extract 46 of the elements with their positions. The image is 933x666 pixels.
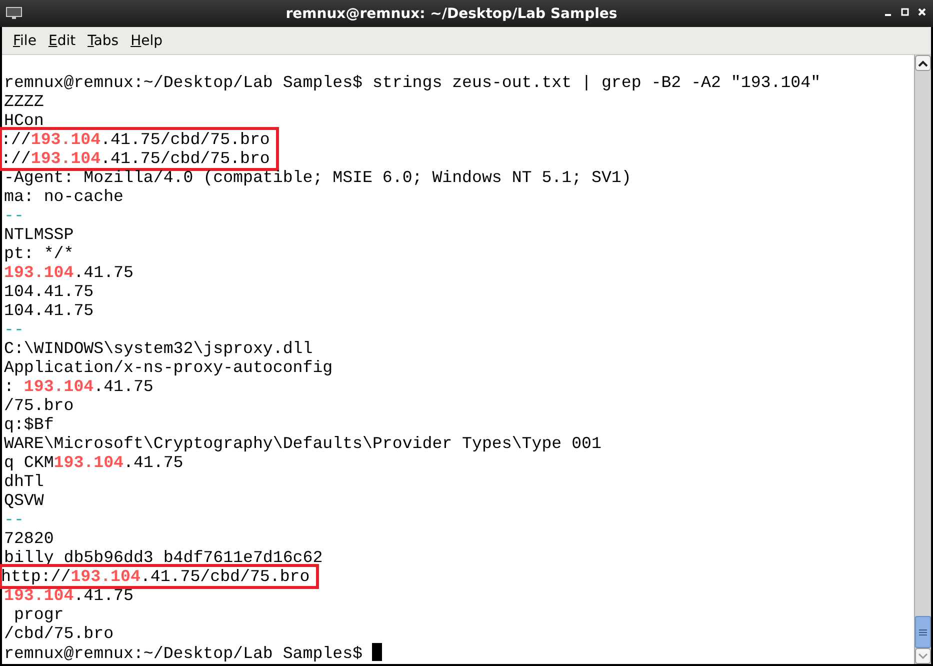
terminal-line: 72820 <box>3 529 55 548</box>
menu-item[interactable]: Tabs <box>82 30 124 50</box>
menu-item[interactable]: File <box>8 30 42 50</box>
window-title: remnux@remnux: ~/Desktop/Lab Samples <box>284 6 618 22</box>
terminal-line: ZZZZ <box>3 92 45 111</box>
terminal-line: 104.41.75 <box>3 301 95 320</box>
terminal-line: 193.104.41.75 <box>3 586 134 605</box>
terminal-line: remnux@remnux:~/Desktop/Lab Samples$ strings zeus-out.txt | grep -B2 -A2 "193.104" <box>3 73 822 92</box>
terminal-line: WARE\Microsoft\Cryptography\Defaults\Provider Types\Type 001 <box>3 434 602 453</box>
terminal-line: pt: */* <box>3 244 75 263</box>
terminal-line: ma: no-cache <box>3 187 124 206</box>
terminal-line: NTLMSSP <box>3 225 75 244</box>
terminal-line: q:$Bf <box>3 415 55 434</box>
terminal-line: Application/x-ns-proxy-autoconfig <box>3 358 334 377</box>
terminal-line: http://193.104.41.75/cbd/75.bro <box>1 567 310 586</box>
menu-item[interactable]: Help <box>126 30 168 50</box>
menu-item[interactable]: Edit <box>43 30 81 50</box>
terminal-line: -- <box>3 206 25 225</box>
grip-icon <box>919 628 927 636</box>
terminal-line: 193.104.41.75 <box>3 263 134 282</box>
caret-up-icon <box>918 60 928 66</box>
terminal-line: q CKM193.104.41.75 <box>3 453 184 472</box>
close-button[interactable] <box>918 7 927 17</box>
terminal-line: progr <box>12 605 65 624</box>
terminal-line: -- <box>3 320 25 339</box>
terminal-line: 104.41.75 <box>3 282 95 301</box>
terminal-line: HCon <box>3 111 45 130</box>
terminal-line: -Agent: Mozilla/4.0 (compatible; MSIE 6.0; Windows NT 5.1; SV1) <box>3 168 632 187</box>
terminal-line: /75.bro <box>3 396 75 415</box>
terminal-line: remnux@remnux:~/Desktop/Lab Samples$ <box>2 643 914 662</box>
terminal-line: dhTl <box>3 472 45 491</box>
terminal-line: QSVW <box>3 491 45 510</box>
terminal-line: ://193.104.41.75/cbd/75.bro <box>1 130 270 149</box>
maximize-button[interactable] <box>901 7 910 17</box>
terminal-line: billy db5b96dd3 b4df7611e7d16c62 <box>3 548 324 567</box>
caret-down-icon <box>918 652 928 660</box>
scroll-down-button[interactable] <box>915 648 931 664</box>
terminal-line: : 193.104.41.75 <box>3 377 154 396</box>
monitor-icon <box>6 7 22 20</box>
terminal-line: -- <box>3 510 25 529</box>
scroll-up-button[interactable] <box>915 55 931 71</box>
terminal-line: C:\WINDOWS\system32\jsproxy.dll <box>3 339 314 358</box>
terminal-line: ://193.104.41.75/cbd/75.bro <box>1 149 270 168</box>
scrollbar[interactable] <box>914 55 931 664</box>
scroll-thumb[interactable] <box>915 616 931 648</box>
terminal-line: /cbd/75.bro <box>3 624 115 643</box>
